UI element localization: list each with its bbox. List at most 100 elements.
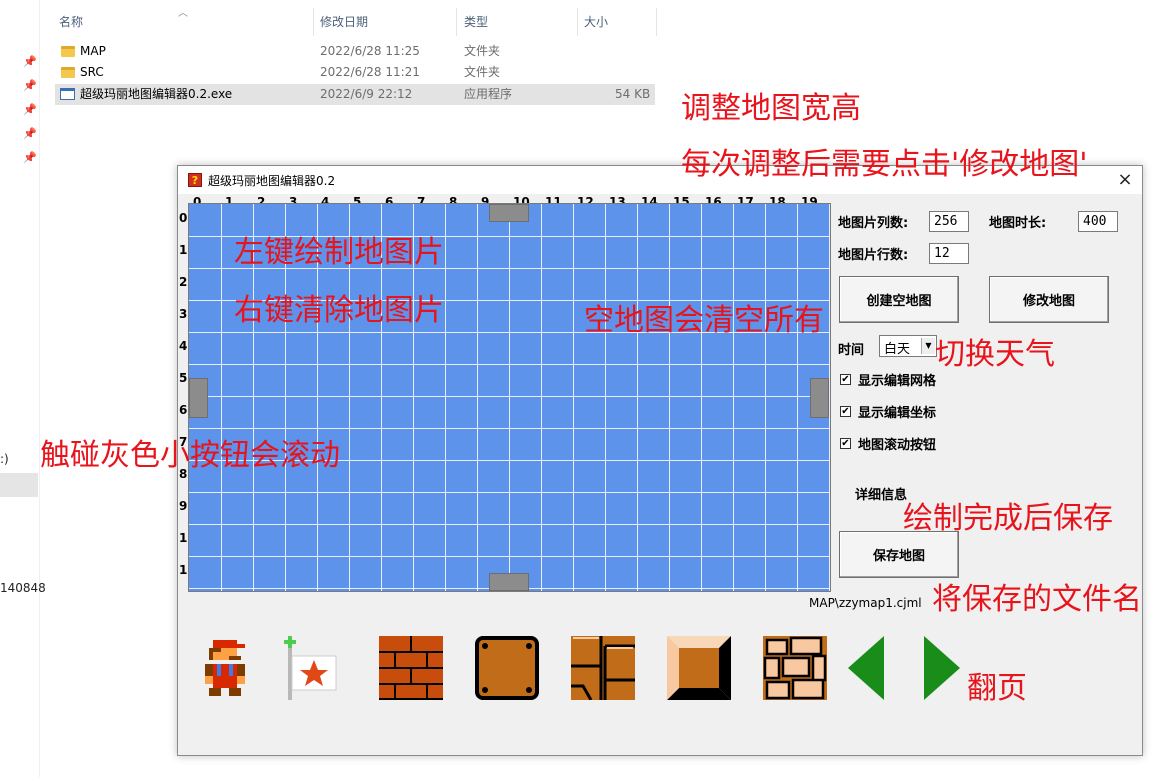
- scroll-buttons-label: 地图滚动按钮: [858, 438, 937, 453]
- column-divider[interactable]: [313, 8, 314, 36]
- column-divider[interactable]: [577, 8, 578, 36]
- map-row-number: 2: [179, 275, 188, 289]
- mario-sprite-icon[interactable]: [193, 636, 257, 700]
- pin-icon[interactable]: 📌: [23, 103, 37, 117]
- time-select[interactable]: 白天 ▼: [879, 335, 937, 357]
- annotation-left-click: 左键绘制地图片: [234, 235, 444, 270]
- file-type: 文件夹: [464, 65, 501, 79]
- annotation-scroll-hint: 触碰灰色小按钮会滚动: [40, 438, 340, 473]
- scroll-down-button[interactable]: [489, 573, 529, 591]
- scroll-left-button[interactable]: [189, 378, 208, 418]
- file-modified: 2022/6/28 11:21: [320, 65, 420, 79]
- grid-line-vertical: [765, 204, 766, 591]
- details-label: 详细信息: [855, 488, 908, 503]
- grid-line-vertical: [221, 204, 222, 591]
- column-divider[interactable]: [456, 8, 457, 36]
- grid-line-vertical: [477, 204, 478, 591]
- grid-line-vertical: [797, 204, 798, 591]
- time-selected-value: 白天: [884, 342, 911, 357]
- previous-page-arrow-icon[interactable]: [848, 636, 884, 700]
- annotation-page-hint: 翻页: [967, 671, 1027, 706]
- grid-line-vertical: [829, 204, 830, 591]
- nav-item-fragment[interactable]: 140848: [0, 581, 46, 595]
- time-label: 时间: [838, 343, 865, 358]
- column-header-modified[interactable]: 修改日期: [320, 8, 368, 36]
- file-row-exe[interactable]: 超级玛丽地图编辑器0.2.exe 2022/6/9 22:12 应用程序 54 …: [55, 84, 655, 105]
- file-type: 文件夹: [464, 44, 501, 58]
- column-header-size[interactable]: 大小: [584, 8, 608, 36]
- file-name: MAP: [80, 44, 106, 58]
- map-duration-input[interactable]: [1078, 211, 1118, 232]
- file-name: SRC: [80, 65, 104, 79]
- scroll-buttons-checkbox[interactable]: ✔: [840, 438, 851, 449]
- annotation-filename-hint: 将保存的文件名: [932, 582, 1142, 617]
- annotation-resize: 调整地图宽高: [681, 91, 861, 126]
- map-row-number: 4: [179, 339, 188, 353]
- brick-block-icon[interactable]: [379, 636, 443, 700]
- grid-line-vertical: [701, 204, 702, 591]
- grid-line-vertical: [733, 204, 734, 591]
- annotation-weather: 切换天气: [935, 337, 1055, 372]
- column-header-name[interactable]: 名称: [59, 8, 83, 36]
- file-row-map[interactable]: MAP 2022/6/28 11:25 文件夹: [55, 41, 655, 62]
- create-empty-map-button[interactable]: 创建空地图: [839, 276, 959, 323]
- show-coords-label: 显示编辑坐标: [858, 406, 937, 421]
- modify-map-button[interactable]: 修改地图: [989, 276, 1109, 323]
- map-columns-input[interactable]: [929, 211, 969, 232]
- nav-item-selected[interactable]: [0, 473, 38, 497]
- hard-block-icon[interactable]: [667, 636, 731, 700]
- pin-icon[interactable]: 📌: [23, 127, 37, 141]
- pin-icon[interactable]: 📌: [23, 79, 37, 93]
- show-grid-label: 显示编辑网格: [858, 374, 937, 389]
- sort-ascending-icon: ︿: [178, 8, 188, 19]
- annotation-empty-map: 空地图会清空所有: [584, 303, 824, 338]
- grid-line-vertical: [669, 204, 670, 591]
- scroll-right-button[interactable]: [810, 378, 829, 418]
- map-row-number: 5: [179, 371, 188, 385]
- annotation-save-hint: 绘制完成后保存: [903, 501, 1113, 536]
- map-rows-label: 地图片行数:: [838, 248, 909, 263]
- application-icon: [60, 88, 75, 100]
- file-type: 应用程序: [464, 87, 513, 101]
- dropdown-arrow-icon[interactable]: ▼: [921, 338, 935, 354]
- show-grid-checkbox[interactable]: ✔: [840, 374, 851, 385]
- folder-icon: [61, 46, 75, 57]
- grid-line-vertical: [509, 204, 510, 591]
- grid-line-vertical: [637, 204, 638, 591]
- grid-line-vertical: [541, 204, 542, 591]
- map-row-number: 3: [179, 307, 188, 321]
- window-title: 超级玛丽地图编辑器0.2: [208, 174, 336, 188]
- grid-line-vertical: [445, 204, 446, 591]
- annotation-modify-hint: 每次调整后需要点击'修改地图': [681, 147, 1088, 182]
- flag-pole-icon[interactable]: [278, 636, 342, 700]
- folder-icon: [61, 67, 75, 78]
- map-columns-label: 地图片列数:: [838, 216, 909, 231]
- map-rows-input[interactable]: [929, 243, 969, 264]
- file-size: 54 KB: [615, 87, 651, 101]
- column-header-type[interactable]: 类型: [464, 8, 488, 36]
- save-map-button[interactable]: 保存地图: [839, 531, 959, 578]
- show-coords-checkbox[interactable]: ✔: [840, 406, 851, 417]
- pin-icon[interactable]: 📌: [23, 55, 37, 69]
- grid-line-vertical: [605, 204, 606, 591]
- close-button[interactable]: ×: [1110, 168, 1140, 192]
- scroll-up-button[interactable]: [489, 204, 529, 222]
- file-modified: 2022/6/28 11:25: [320, 44, 420, 58]
- grid-line-vertical: [573, 204, 574, 591]
- map-row-number: 0: [179, 211, 188, 225]
- nav-item-fragment[interactable]: :): [0, 452, 9, 466]
- rock-block-icon[interactable]: [763, 636, 827, 700]
- file-row-src[interactable]: SRC 2022/6/28 11:21 文件夹: [55, 62, 655, 83]
- ground-block-icon[interactable]: [571, 636, 635, 700]
- map-row-number: 1: [179, 243, 188, 257]
- file-modified: 2022/6/9 22:12: [320, 87, 413, 101]
- pin-icon[interactable]: 📌: [23, 151, 37, 165]
- next-page-arrow-icon[interactable]: [924, 636, 960, 700]
- column-divider[interactable]: [656, 8, 657, 36]
- question-block-icon: ?: [188, 173, 202, 187]
- save-filename: MAP\zzymap1.cjml: [809, 596, 922, 610]
- navigation-pane: 📌 📌 📌 📌 📌 :) 140848: [0, 0, 46, 777]
- annotation-right-click: 右键清除地图片: [234, 293, 444, 328]
- map-row-number: 9: [179, 499, 188, 513]
- used-block-icon[interactable]: [475, 636, 539, 700]
